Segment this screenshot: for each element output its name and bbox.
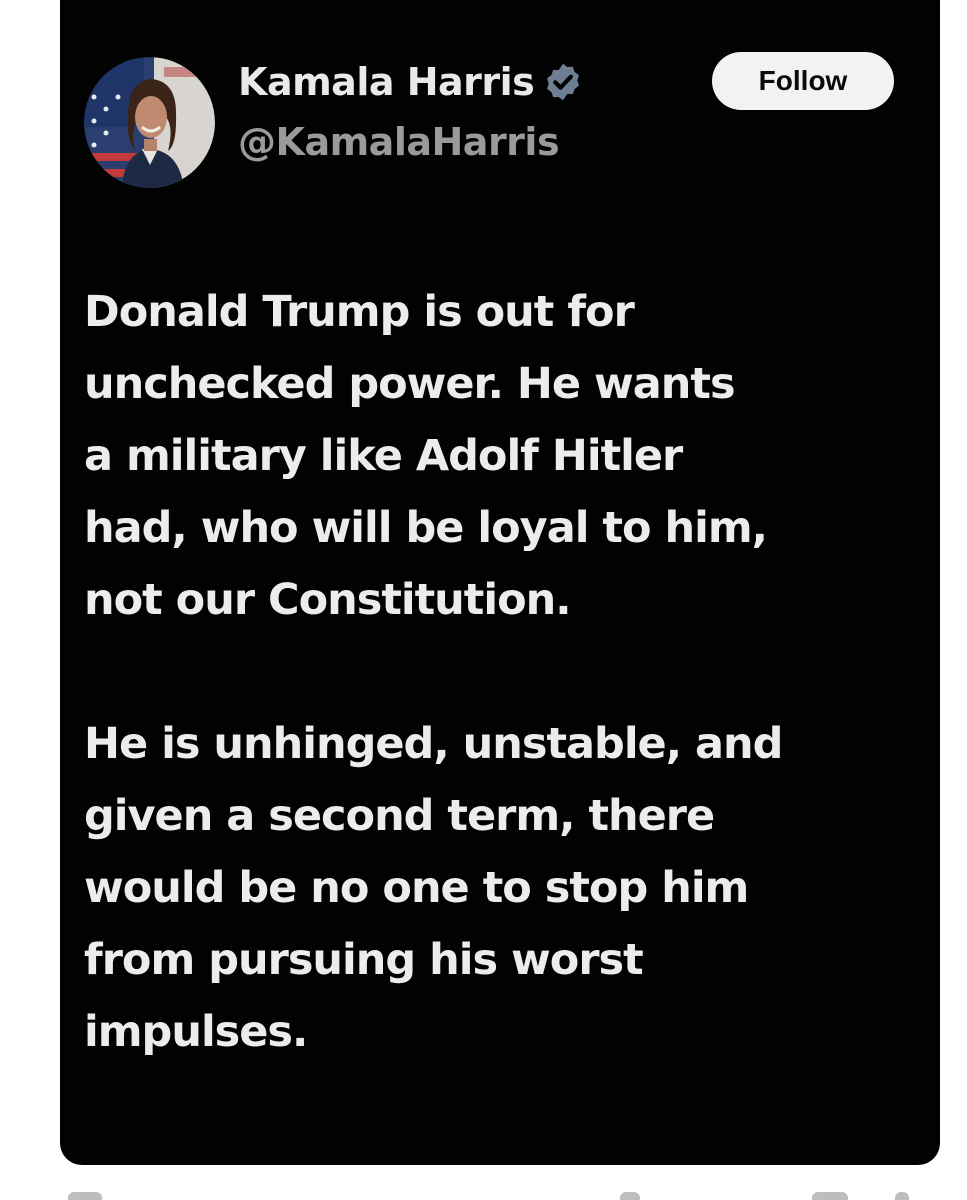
tweet-line: unchecked power. He wants bbox=[84, 359, 736, 409]
display-name[interactable]: Kamala Harris bbox=[238, 54, 584, 110]
avatar[interactable] bbox=[84, 57, 215, 188]
tweet-text: Donald Trump is out for unchecked power.… bbox=[84, 276, 924, 1068]
tweet-line: a military like Adolf Hitler bbox=[84, 431, 683, 481]
tweet-line: would be no one to stop him bbox=[84, 863, 749, 913]
verified-badge-icon bbox=[542, 61, 584, 103]
tweet-line: given a second term, there bbox=[84, 791, 715, 841]
follow-button[interactable]: Follow bbox=[712, 52, 894, 110]
cropped-share-icon bbox=[895, 1192, 909, 1200]
tweet-line: not our Constitution. bbox=[84, 575, 572, 625]
tweet-line: impulses. bbox=[84, 1007, 308, 1057]
cropped-bookmark-icon bbox=[812, 1192, 848, 1200]
display-name-text: Kamala Harris bbox=[238, 60, 535, 104]
cropped-like-icon bbox=[620, 1192, 640, 1200]
tweet-line: He is unhinged, unstable, and bbox=[84, 719, 783, 769]
cropped-reply-icon bbox=[68, 1192, 102, 1200]
tweet-line: had, who will be loyal to him, bbox=[84, 503, 768, 553]
user-handle[interactable]: @KamalaHarris bbox=[238, 120, 560, 164]
cropped-action-bar bbox=[60, 1180, 940, 1200]
tweet-line: from pursuing his worst bbox=[84, 935, 644, 985]
tweet-line: Donald Trump is out for bbox=[84, 287, 635, 337]
